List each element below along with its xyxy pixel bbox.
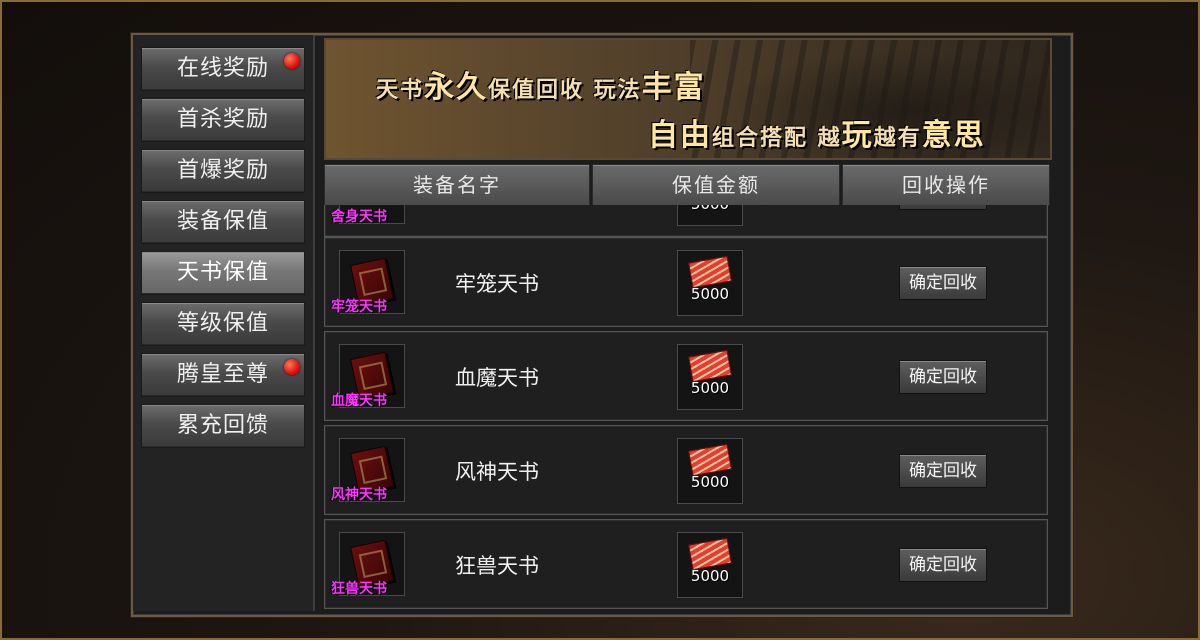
value-amount: 5000 [690,285,730,303]
value-slot: 5000 [677,205,743,226]
value-slot: 5000 [677,532,743,598]
column-header-action: 回收操作 [842,164,1050,206]
recycle-button[interactable]: 确定回收 [899,266,987,300]
value-amount: 5000 [690,379,730,397]
column-header-item-name: 装备名字 [324,164,590,206]
sidebar-item-tenghuang-supreme[interactable]: 腾皇至尊 [141,353,305,397]
item-name: 狂兽天书 [455,554,539,578]
red-money-icon [688,255,732,289]
sidebar-item-first-kill-reward[interactable]: 首杀奖励 [141,98,305,142]
item-tag: 牢笼天书 [331,299,387,315]
recycle-button[interactable]: 确定回收 [899,360,987,394]
red-money-icon [688,349,732,383]
banner-text: 丰富 [641,70,706,105]
sidebar-item-label: 累充回馈 [176,413,269,438]
sidebar-item-recharge-feedback[interactable]: 累充回馈 [141,404,305,448]
red-dot-icon [284,53,300,69]
list-item: 狂兽天书 狂兽天书 5000 确定回收 [324,519,1048,609]
red-dot-icon [284,359,300,375]
sidebar-item-first-drop-reward[interactable]: 首爆奖励 [141,149,305,193]
item-name: 风神天书 [455,460,539,484]
sidebar-item-label: 等级保值 [176,311,269,336]
banner-text: 越有 [873,126,922,151]
value-amount: 5000 [678,205,742,213]
red-money-icon [688,443,732,477]
sidebar-item-label: 装备保值 [176,209,269,234]
item-tag: 舍身天书 [331,209,387,225]
list-item: 牢笼天书 牢笼天书 5000 确定回收 [324,237,1048,327]
list-item: 血魔天书 血魔天书 5000 确定回收 [324,331,1048,421]
list-item-partial: 舍身天书 5000 [324,205,1048,237]
sidebar-item-label: 首爆奖励 [176,158,269,183]
banner-text: 永久 [424,70,489,105]
banner-text: 自由 [648,118,712,153]
promo-banner: 天书永久保值回收 玩法丰富 自由组合搭配 越玩越有意思 [324,38,1052,160]
item-name: 牢笼天书 [455,272,539,296]
column-header-value: 保值金额 [592,164,840,206]
recycle-button[interactable]: 确定回收 [899,548,987,582]
sidebar-item-level-value[interactable]: 等级保值 [141,302,305,346]
list-item: 风神天书 风神天书 5000 确定回收 [324,425,1048,515]
banner-text: 保值回收 玩法 [488,78,642,103]
banner-text: 组合搭配 越 [712,126,842,151]
sidebar-item-online-reward[interactable]: 在线奖励 [141,47,305,91]
banner-text: 意思 [921,118,986,153]
banner-line-2: 自由组合搭配 越玩越有意思 [648,110,986,154]
recycle-button[interactable]: 确定回收 [899,454,987,488]
item-tag: 狂兽天书 [331,581,387,597]
value-slot: 5000 [677,438,743,504]
item-name: 血魔天书 [455,366,539,390]
sidebar-item-label: 首杀奖励 [176,107,269,132]
item-tag: 风神天书 [331,487,387,503]
item-tag: 血魔天书 [331,393,387,409]
banner-text: 玩 [841,118,874,153]
value-amount: 5000 [690,567,730,585]
sidebar-item-tianshu-value[interactable]: 天书保值 [141,251,305,295]
item-list[interactable]: 舍身天书 5000 牢笼天书 牢笼天书 5000 确定回收 血魔天书 血魔天书 … [324,205,1048,609]
banner-text: 天书 [376,78,425,103]
sidebar-item-equipment-value[interactable]: 装备保值 [141,200,305,244]
sidebar-item-label: 腾皇至尊 [176,362,269,387]
sidebar: 在线奖励 首杀奖励 首爆奖励 装备保值 天书保值 等级保值 腾皇至尊 累充回馈 [133,35,315,611]
value-amount: 5000 [690,473,730,491]
sidebar-item-label: 天书保值 [176,260,269,285]
sidebar-item-label: 在线奖励 [176,56,269,81]
value-slot: 5000 [677,344,743,410]
value-slot: 5000 [677,250,743,316]
banner-line-1: 天书永久保值回收 玩法丰富 [376,62,706,106]
red-money-icon [688,537,732,571]
recycle-button[interactable] [899,205,987,210]
